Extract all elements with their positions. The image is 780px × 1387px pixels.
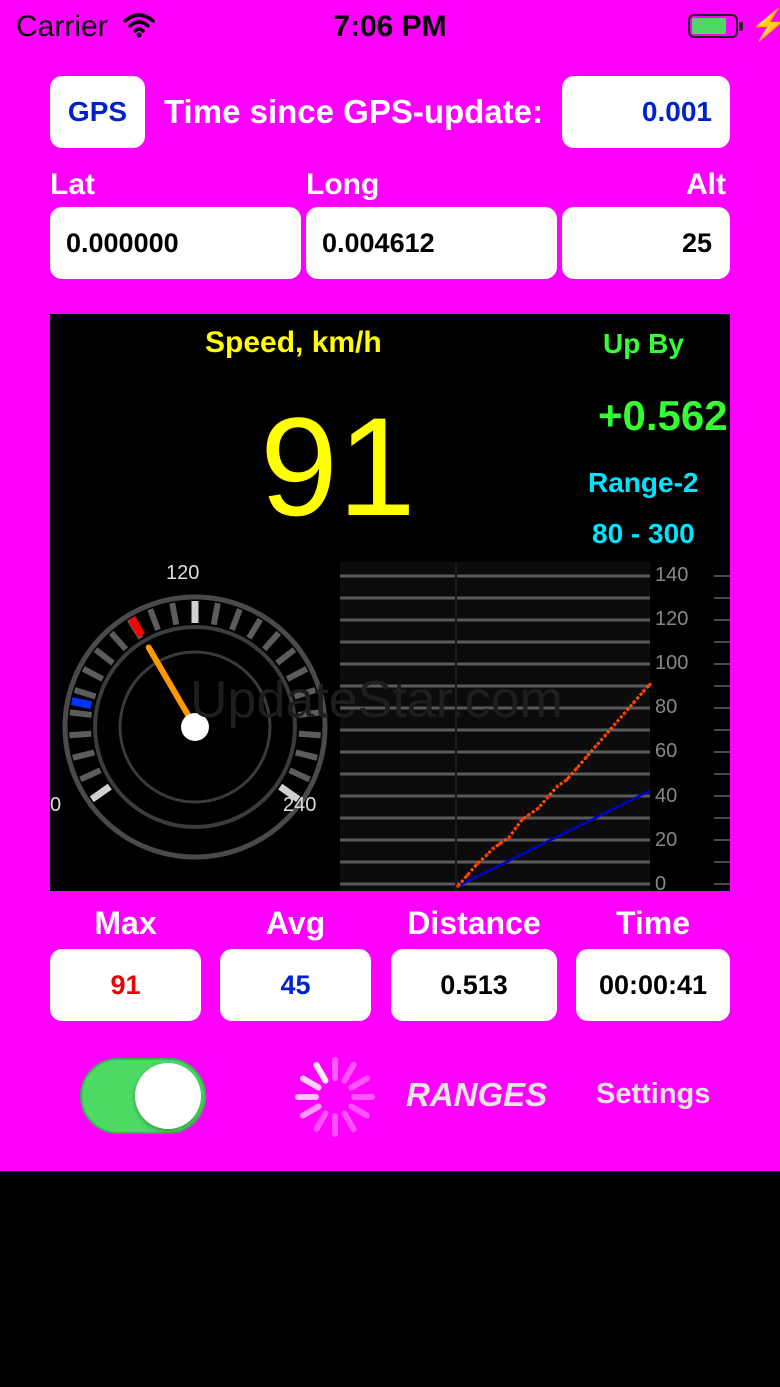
chart-point	[465, 873, 470, 877]
gauge-tick	[275, 647, 297, 666]
gauge-tick	[295, 749, 318, 761]
chart-point	[622, 711, 627, 716]
ranges-button[interactable]: RANGES	[406, 1076, 547, 1114]
alt-label: Alt	[686, 168, 726, 201]
long-value: 0.004612	[322, 227, 435, 258]
chart-point	[648, 682, 652, 687]
distance-value: 0.513	[440, 969, 508, 1000]
avg-value: 45	[280, 969, 311, 1000]
long-label: Long	[306, 168, 380, 201]
gauge-avg-marker	[70, 697, 93, 710]
lat-field: 0.000000	[50, 207, 301, 279]
speed-title: Speed, km/h	[205, 326, 382, 359]
avg-label: Avg	[265, 905, 326, 941]
range-value: 80 - 300	[592, 518, 695, 549]
chart-point	[593, 744, 598, 749]
gauge-tick	[69, 730, 92, 739]
chart-point	[520, 817, 524, 822]
chart-point	[513, 826, 518, 831]
y-tick-20: 20	[655, 829, 678, 851]
gauge-tick	[246, 617, 263, 640]
avg-field: 45	[220, 949, 371, 1021]
loading-spinner-icon	[295, 1057, 375, 1137]
chart-point	[485, 853, 489, 857]
speed-panel: UpdateStar.com Speed, km/h 91 Up By +0.5…	[50, 314, 730, 891]
status-bar: Carrier 7:06 PM ⚡	[0, 0, 780, 54]
watermark: UpdateStar.com	[190, 671, 563, 729]
chart-point	[555, 784, 559, 789]
range-label: Range-2	[588, 467, 699, 498]
time-since-value: 0.001	[641, 96, 712, 127]
chart-point	[632, 700, 636, 705]
charging-icon: ⚡	[750, 9, 780, 42]
gauge-tick	[81, 666, 105, 682]
distance-label: Distance	[407, 905, 541, 941]
gauge-tick	[79, 767, 102, 783]
gauge-tick	[298, 730, 321, 739]
settings-button[interactable]: Settings	[596, 1078, 710, 1111]
max-label: Max	[94, 905, 157, 941]
y-tick-80: 80	[655, 696, 678, 718]
chart-point	[641, 689, 646, 693]
gps-button-label: GPS	[67, 96, 128, 127]
chart-point	[491, 846, 496, 851]
toggle-knob	[135, 1063, 201, 1129]
up-by-value: +0.562	[598, 392, 728, 439]
gauge-tick	[229, 608, 243, 631]
time-since-label: Time since GPS-update:	[164, 93, 543, 130]
gauge-tick	[73, 687, 97, 700]
alt-field: 25	[562, 207, 730, 279]
y-tick-40: 40	[655, 785, 678, 807]
gauge-label-120: 120	[166, 562, 200, 584]
time-field: 00:00:41	[576, 949, 730, 1021]
distance-field: 0.513	[391, 949, 557, 1021]
chart-point	[475, 862, 480, 866]
gps-button[interactable]: GPS	[50, 76, 145, 148]
chart-point	[545, 795, 550, 800]
max-value: 91	[110, 969, 141, 1000]
chart-point	[613, 722, 617, 727]
y-tick-120: 120	[655, 608, 689, 630]
gauge-label-240: 240	[283, 794, 317, 816]
status-time: 7:06 PM	[333, 10, 447, 43]
speed-value: 91	[260, 388, 416, 545]
max-field: 91	[50, 949, 201, 1021]
battery-icon	[688, 14, 743, 38]
gauge-max-marker	[128, 616, 146, 638]
y-tick-100: 100	[655, 652, 689, 674]
up-by-label: Up By	[603, 328, 684, 359]
y-tick-0: 0	[655, 873, 667, 891]
time-value: 00:00:41	[598, 969, 708, 1000]
gauge-tick	[69, 709, 93, 718]
gauge-tick	[210, 602, 221, 626]
alt-value: 25	[681, 227, 712, 258]
chart-point	[603, 733, 607, 738]
app-screen: Carrier 7:06 PM ⚡ GPS Time since GPS-upd…	[0, 0, 780, 1171]
chart-point	[584, 755, 588, 760]
gauge-tick	[93, 647, 115, 666]
chart-point	[565, 777, 569, 782]
y-tick-60: 60	[655, 740, 678, 762]
gauge-tick	[169, 602, 180, 626]
gauge-tick	[147, 608, 161, 631]
lat-label: Lat	[50, 168, 95, 201]
chart-point	[536, 806, 540, 811]
gauge-label-0: 0	[50, 794, 62, 816]
chart-point	[574, 766, 579, 771]
chart-point	[456, 884, 460, 888]
chart-point	[497, 842, 502, 846]
long-field: 0.004612	[306, 207, 557, 279]
time-since-field: 0.001	[562, 76, 730, 148]
time-label: Time	[615, 905, 691, 941]
gauge-tick	[108, 630, 129, 652]
y-tick-140: 140	[655, 564, 689, 586]
lat-value: 0.000000	[66, 227, 179, 258]
gauge-tick	[72, 749, 95, 761]
chart-point	[526, 813, 531, 817]
gauge-tick	[89, 783, 112, 803]
tracking-toggle[interactable]	[80, 1058, 206, 1134]
chart-point	[507, 835, 512, 840]
gauge-tick	[261, 630, 282, 652]
gauge-tick	[288, 767, 311, 783]
